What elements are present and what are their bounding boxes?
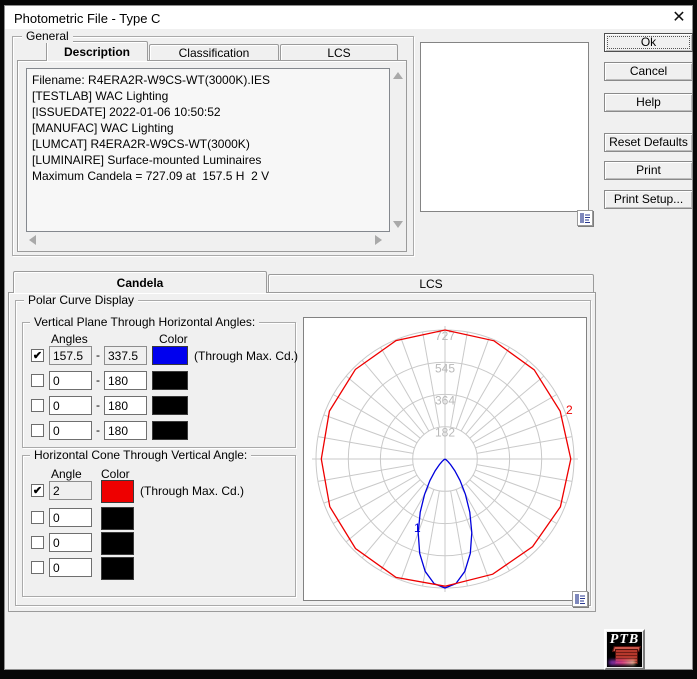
chart-data-icon[interactable] — [572, 591, 588, 607]
scroll-right-icon[interactable] — [375, 235, 382, 245]
vp-checkbox-2[interactable] — [31, 374, 44, 387]
general-groupbox-label: General — [22, 30, 73, 43]
polar-chart: 18236454572712 — [303, 317, 587, 601]
scroll-down-icon[interactable] — [393, 221, 403, 228]
angle-range-dash: - — [96, 348, 100, 362]
print-button[interactable]: Print — [604, 161, 693, 180]
hc-color-swatch-3[interactable] — [101, 532, 134, 555]
hc-through-max-note: (Through Max. Cd.) — [140, 484, 244, 498]
hc-color-swatch-1[interactable] — [101, 480, 134, 503]
tab-classification[interactable]: Classification — [149, 44, 279, 60]
hc-checkbox-4[interactable] — [31, 561, 44, 574]
description-line: [TESTLAB] WAC Lighting — [32, 88, 387, 104]
notepad-icon — [573, 592, 587, 606]
vp-color-swatch-2[interactable] — [152, 371, 188, 390]
scroll-left-icon[interactable] — [29, 235, 36, 245]
vp-checkbox-3[interactable] — [31, 399, 44, 412]
hc-angle-1[interactable] — [49, 481, 92, 500]
svg-text:364: 364 — [435, 393, 455, 407]
description-line: [LUMCAT] R4ERA2R-W9CS-WT(3000K) — [32, 136, 387, 152]
help-button[interactable]: Help — [604, 93, 693, 112]
notepad-icon — [578, 211, 592, 225]
description-line: [ISSUEDATE] 2022-01-06 10:50:52 — [32, 104, 387, 120]
vp-angle-from-3[interactable] — [49, 396, 92, 415]
angle-column-header: Angle — [51, 467, 82, 481]
angle-range-dash: - — [96, 423, 100, 437]
close-icon: ✕ — [672, 9, 685, 26]
vp-angle-to-2[interactable] — [104, 371, 147, 390]
angle-range-dash: - — [96, 398, 100, 412]
angles-column-header: Angles — [51, 332, 88, 346]
vp-angle-from-4[interactable] — [49, 421, 92, 440]
vp-angle-to-4[interactable] — [104, 421, 147, 440]
description-text-area[interactable]: Filename: R4ERA2R-W9CS-WT(3000K).IES [TE… — [26, 68, 390, 232]
svg-text:2: 2 — [566, 403, 573, 417]
description-line: Filename: R4ERA2R-W9CS-WT(3000K).IES — [32, 72, 387, 88]
vp-checkbox-4[interactable] — [31, 424, 44, 437]
print-setup-button[interactable]: Print Setup... — [604, 190, 693, 209]
description-line: [LUMINAIRE] Surface-mounted Luminaires — [32, 152, 387, 168]
hc-angle-4[interactable] — [49, 558, 92, 577]
polar-curve-display-label: Polar Curve Display — [24, 294, 138, 307]
window-title: Photometric File - Type C — [14, 11, 160, 26]
polar-chart-svg: 18236454572712 — [304, 318, 586, 600]
hc-color-swatch-4[interactable] — [101, 557, 134, 580]
horizontal-cone-label: Horizontal Cone Through Vertical Angle: — [30, 449, 251, 462]
hc-checkbox-2[interactable] — [31, 511, 44, 524]
svg-text:182: 182 — [435, 426, 455, 440]
reset-defaults-button[interactable]: Reset Defaults — [604, 133, 693, 152]
toolbox-glow — [609, 660, 635, 665]
vp-color-swatch-3[interactable] — [152, 396, 188, 415]
hc-angle-3[interactable] — [49, 533, 92, 552]
hc-color-swatch-2[interactable] — [101, 507, 134, 530]
vp-angle-to-1[interactable] — [104, 346, 147, 365]
vp-angle-from-1[interactable] — [49, 346, 92, 365]
hc-angle-2[interactable] — [49, 508, 92, 527]
svg-text:545: 545 — [435, 361, 455, 375]
description-line: Maximum Candela = 727.09 at 157.5 H 2 V — [32, 168, 387, 184]
tab-lcs-bottom[interactable]: LCS — [268, 274, 594, 293]
ok-button[interactable]: Ok — [604, 33, 693, 52]
tab-description[interactable]: Description — [46, 41, 148, 61]
ptb-logo-inner: PTB — [607, 632, 642, 667]
color-column-header: Color — [159, 332, 188, 346]
vp-angle-to-3[interactable] — [104, 396, 147, 415]
color-column-header: Color — [101, 467, 130, 481]
vp-checkbox-1[interactable]: ✔ — [31, 349, 44, 362]
scroll-up-icon[interactable] — [393, 72, 403, 79]
tab-lcs-top[interactable]: LCS — [280, 44, 398, 60]
screen: { "window": { "title": "Photometric File… — [0, 0, 697, 679]
preview-data-icon[interactable] — [577, 210, 593, 226]
hc-checkbox-3[interactable] — [31, 536, 44, 549]
close-button[interactable]: ✕ — [666, 7, 692, 28]
vp-angle-from-2[interactable] — [49, 371, 92, 390]
vp-color-swatch-1[interactable] — [152, 346, 188, 365]
tab-candela[interactable]: Candela — [13, 271, 267, 293]
description-line: [MANUFAC] WAC Lighting — [32, 120, 387, 136]
photometric-preview-box — [420, 42, 589, 212]
ptb-logo-text: PTB — [607, 632, 642, 647]
hc-checkbox-1[interactable]: ✔ — [31, 484, 44, 497]
vp-color-swatch-4[interactable] — [152, 421, 188, 440]
ptb-logo: PTB — [604, 629, 645, 670]
svg-text:1: 1 — [414, 521, 421, 535]
vp-through-max-note: (Through Max. Cd.) — [194, 349, 298, 363]
angle-range-dash: - — [96, 373, 100, 387]
vertical-plane-label: Vertical Plane Through Horizontal Angles… — [30, 316, 259, 329]
cancel-button[interactable]: Cancel — [604, 62, 693, 81]
